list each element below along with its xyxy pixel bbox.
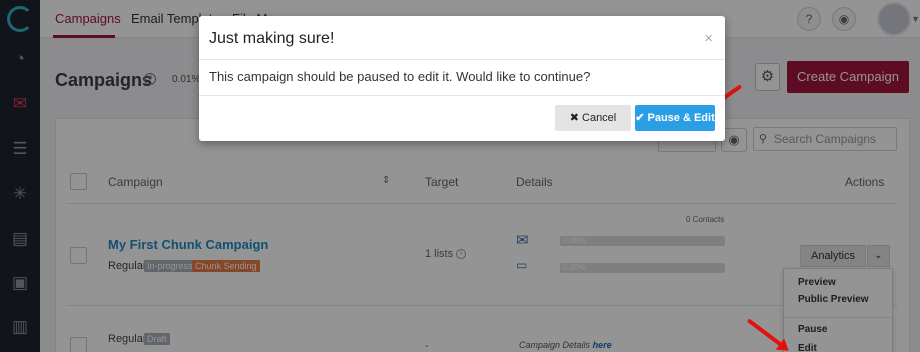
divider	[199, 95, 725, 96]
close-icon[interactable]: ×	[704, 30, 713, 47]
confirm-dialog: Just making sure! × This campaign should…	[199, 16, 725, 141]
pause-and-edit-button[interactable]: ✔ Pause & Edit	[635, 105, 715, 131]
cancel-button[interactable]: ✖ Cancel	[555, 105, 631, 131]
divider	[199, 59, 725, 60]
dialog-title: Just making sure!	[209, 30, 335, 47]
dialog-message: This campaign should be paused to edit i…	[209, 69, 591, 84]
